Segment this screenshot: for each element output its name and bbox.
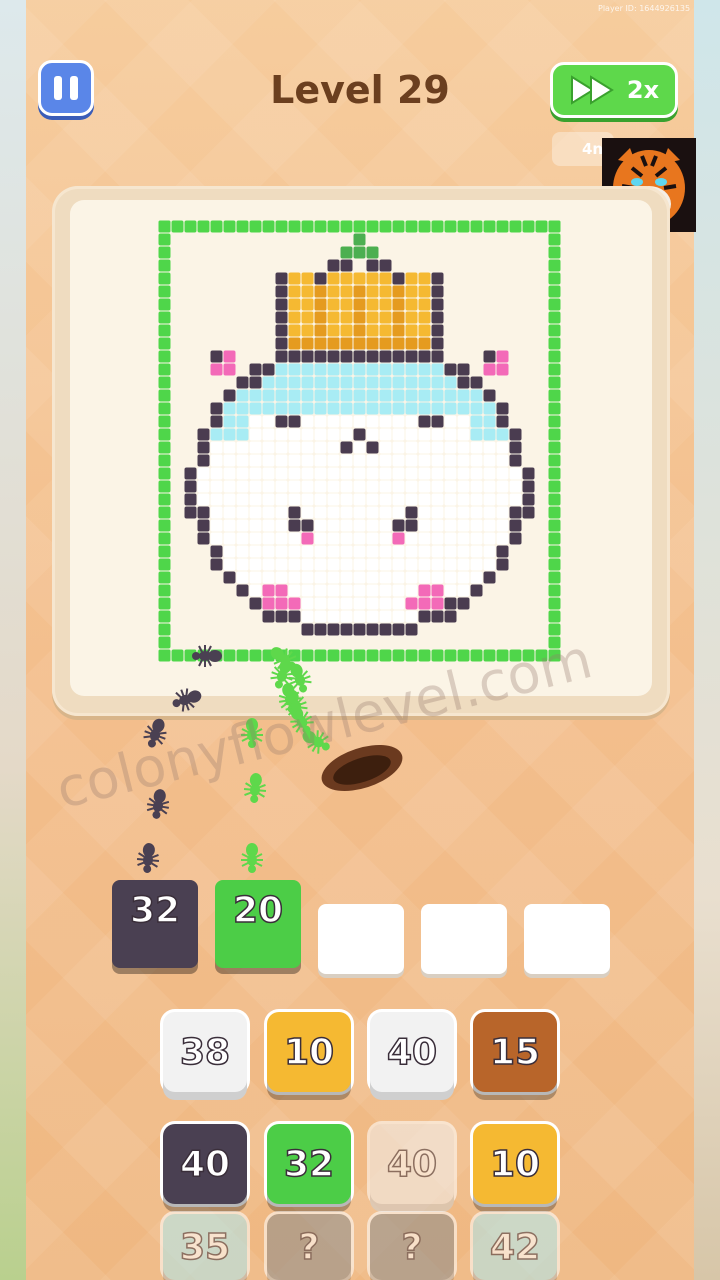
color-tile-row3-3[interactable]: ?: [370, 1214, 454, 1280]
color-tile-row2-4[interactable]: 10: [473, 1124, 557, 1204]
queue-slot: 20: [215, 880, 301, 968]
queue-slot: 32: [112, 880, 198, 968]
color-tile-row2-3[interactable]: 40: [370, 1124, 454, 1204]
ant-icon: [172, 688, 202, 712]
color-tile-row1-1[interactable]: 38: [163, 1012, 247, 1092]
color-tile-row2-2[interactable]: 32: [267, 1124, 351, 1204]
queue-slot: [524, 904, 610, 974]
color-tile-row2-1[interactable]: 40: [163, 1124, 247, 1204]
ant-icon: [241, 843, 263, 873]
queue-slot: [421, 904, 507, 974]
ant-icon: [136, 843, 160, 873]
color-tile-row1-4[interactable]: 15: [473, 1012, 557, 1092]
ant-colony-layer: [136, 645, 403, 873]
color-tile-row3-1[interactable]: 35: [163, 1214, 247, 1280]
ant-icon: [192, 645, 222, 667]
color-tile-row1-2[interactable]: 10: [267, 1012, 351, 1092]
color-tile-row3-4[interactable]: 42: [473, 1214, 557, 1280]
ant-icon: [243, 773, 267, 803]
color-tile-row3-2[interactable]: ?: [267, 1214, 351, 1280]
color-tile-row1-3[interactable]: 40: [370, 1012, 454, 1092]
queue-slot: [318, 904, 404, 974]
